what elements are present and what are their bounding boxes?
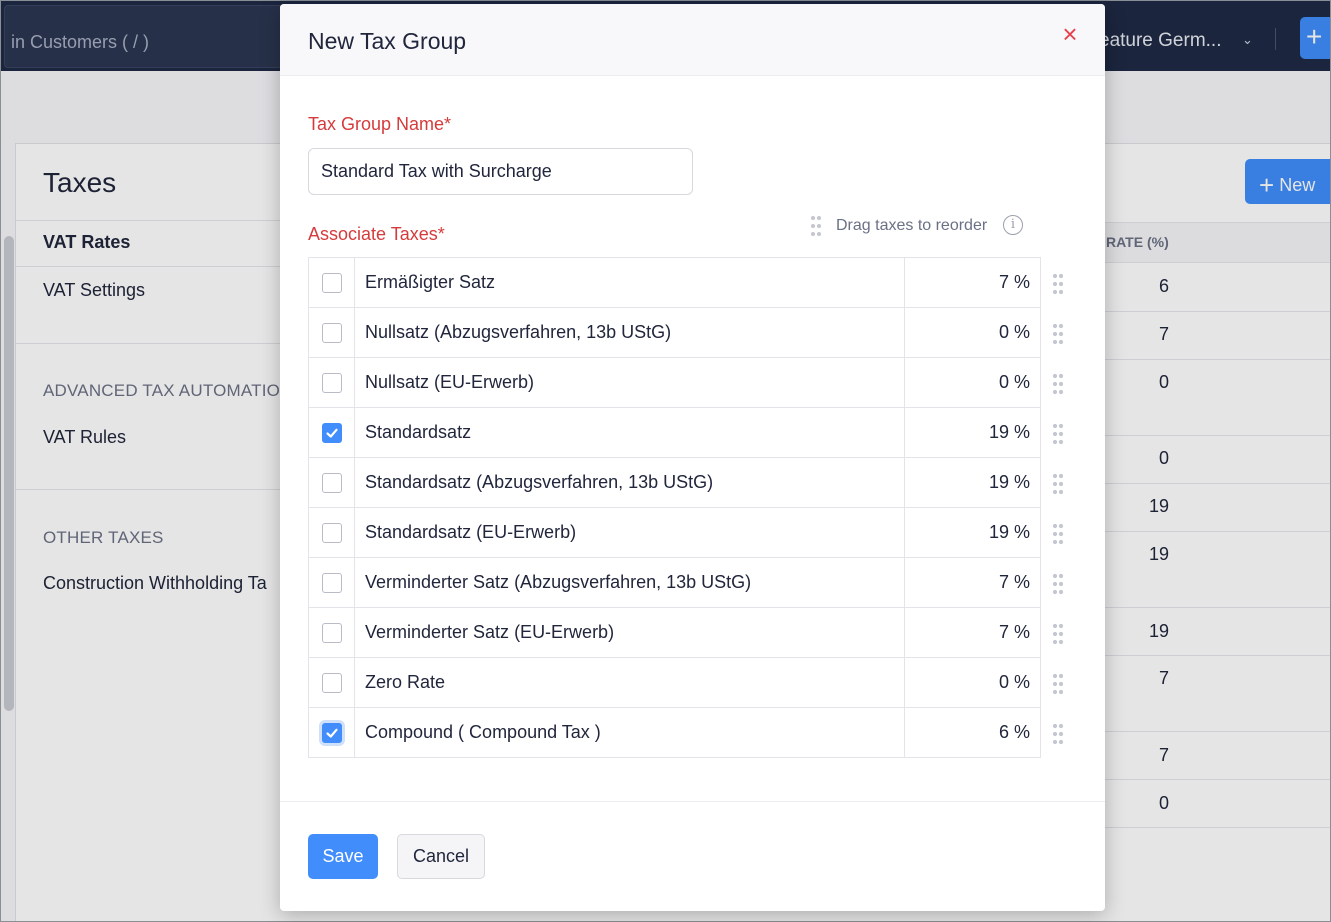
cancel-button[interactable]: Cancel xyxy=(397,834,485,879)
tax-name: Verminderter Satz (EU-Erwerb) xyxy=(365,622,615,642)
checkbox-cell xyxy=(309,558,355,607)
checkbox-cell xyxy=(309,408,355,457)
dialog-title: New Tax Group xyxy=(308,28,467,54)
checkbox-cell xyxy=(309,608,355,657)
drag-handle-icon[interactable] xyxy=(1051,723,1065,745)
checkbox-cell xyxy=(309,458,355,507)
tax-checkbox[interactable] xyxy=(322,573,342,593)
checkbox-cell xyxy=(309,508,355,557)
save-button[interactable]: Save xyxy=(308,834,378,879)
tax-rate: 0 % xyxy=(998,372,1030,392)
tax-name: Zero Rate xyxy=(365,672,446,692)
info-icon[interactable]: i xyxy=(1003,215,1023,235)
tax-checkbox[interactable] xyxy=(322,723,342,743)
tax-rate: 0 % xyxy=(998,322,1030,342)
tax-checkbox[interactable] xyxy=(322,273,342,293)
tax-name: Ermäßigter Satz xyxy=(365,272,496,292)
column-divider xyxy=(904,658,905,707)
tax-row[interactable]: Ermäßigter Satz 7 % xyxy=(308,258,1041,308)
drag-handle-icon[interactable] xyxy=(1051,273,1065,295)
tax-name: Nullsatz (EU-Erwerb) xyxy=(365,372,535,392)
tax-row[interactable]: Compound ( Compound Tax ) 6 % xyxy=(308,708,1041,758)
column-divider xyxy=(904,358,905,407)
tax-name: Standardsatz (EU-Erwerb) xyxy=(365,522,577,542)
tax-rate: 19 % xyxy=(988,522,1030,542)
column-divider xyxy=(904,408,905,457)
checkbox-cell xyxy=(309,308,355,357)
associate-taxes-label: Associate Taxes* xyxy=(308,224,445,244)
tax-row[interactable]: Nullsatz (EU-Erwerb) 0 % xyxy=(308,358,1041,408)
footer-divider xyxy=(280,801,1105,802)
tax-name: Compound ( Compound Tax ) xyxy=(365,722,601,742)
tax-name: Standardsatz (Abzugsverfahren, 13b UStG) xyxy=(365,472,714,492)
tax-row[interactable]: Verminderter Satz (Abzugsverfahren, 13b … xyxy=(308,558,1041,608)
tax-group-name-label: Tax Group Name* xyxy=(308,114,452,134)
drag-dots-icon xyxy=(811,216,821,236)
drag-handle-icon[interactable] xyxy=(1051,523,1065,545)
reorder-hint-text: Drag taxes to reorder xyxy=(836,217,988,234)
column-divider xyxy=(904,558,905,607)
tax-rate: 19 % xyxy=(988,472,1030,492)
drag-handle-icon[interactable] xyxy=(1051,423,1065,445)
checkbox-cell xyxy=(309,358,355,407)
column-divider xyxy=(904,458,905,507)
drag-handle-icon[interactable] xyxy=(1051,673,1065,695)
tax-row[interactable]: Nullsatz (Abzugsverfahren, 13b UStG) 0 % xyxy=(308,308,1041,358)
tax-checkbox[interactable] xyxy=(322,373,342,393)
check-icon xyxy=(326,728,338,738)
dialog-header: New Tax Group × xyxy=(280,4,1105,76)
tax-row[interactable]: Standardsatz 19 % xyxy=(308,408,1041,458)
tax-name: Verminderter Satz (Abzugsverfahren, 13b … xyxy=(365,572,752,592)
tax-rate: 6 % xyxy=(998,722,1030,742)
tax-checkbox[interactable] xyxy=(322,523,342,543)
tax-checkbox[interactable] xyxy=(322,323,342,343)
checkbox-cell xyxy=(309,708,355,757)
tax-row[interactable]: Zero Rate 0 % xyxy=(308,658,1041,708)
drag-handle-icon[interactable] xyxy=(1051,473,1065,495)
tax-row[interactable]: Standardsatz (EU-Erwerb) 19 % xyxy=(308,508,1041,558)
tax-rate: 7 % xyxy=(998,272,1030,292)
check-icon xyxy=(326,428,338,438)
drag-handle-icon[interactable] xyxy=(1051,623,1065,645)
tax-name: Nullsatz (Abzugsverfahren, 13b UStG) xyxy=(365,322,672,342)
tax-rate: 0 % xyxy=(998,672,1030,692)
tax-checkbox[interactable] xyxy=(322,623,342,643)
associate-taxes-table: Ermäßigter Satz 7 % Nullsatz (Abzugsverfah… xyxy=(308,257,1041,758)
column-divider xyxy=(904,308,905,357)
tax-checkbox[interactable] xyxy=(322,423,342,443)
column-divider xyxy=(904,508,905,557)
tax-rate: 19 % xyxy=(988,422,1030,442)
column-divider xyxy=(904,608,905,657)
tax-checkbox[interactable] xyxy=(322,473,342,493)
tax-checkbox[interactable] xyxy=(322,673,342,693)
drag-handle-icon[interactable] xyxy=(1051,373,1065,395)
column-divider xyxy=(904,258,905,307)
checkbox-cell xyxy=(309,658,355,707)
tax-group-name-input[interactable] xyxy=(308,148,693,195)
tax-row[interactable]: Verminderter Satz (EU-Erwerb) 7 % xyxy=(308,608,1041,658)
tax-row[interactable]: Standardsatz (Abzugsverfahren, 13b UStG)… xyxy=(308,458,1041,508)
tax-name: Standardsatz xyxy=(365,422,472,442)
drag-handle-icon[interactable] xyxy=(1051,573,1065,595)
column-divider xyxy=(904,708,905,757)
close-icon[interactable]: × xyxy=(1060,21,1080,47)
tax-rate: 7 % xyxy=(998,572,1030,592)
checkbox-cell xyxy=(309,258,355,307)
tax-rate: 7 % xyxy=(998,622,1030,642)
new-tax-group-dialog: New Tax Group × Tax Group Name* Associat… xyxy=(280,4,1105,911)
drag-handle-icon[interactable] xyxy=(1051,323,1065,345)
